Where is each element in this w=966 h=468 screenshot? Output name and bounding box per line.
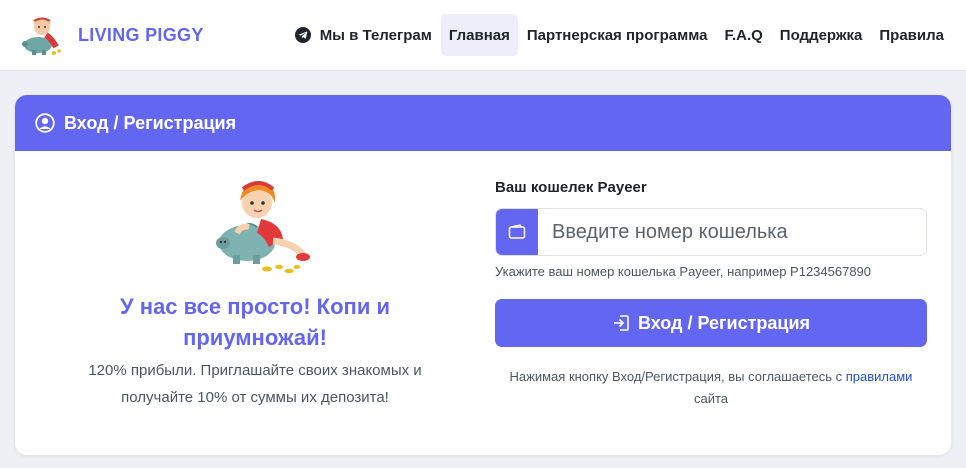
card-header: Вход / Регистрация: [15, 95, 951, 151]
rules-link[interactable]: правилами: [846, 369, 913, 384]
user-circle-icon: [35, 113, 55, 133]
nav-faq[interactable]: F.A.Q: [716, 14, 770, 56]
promo-section: У нас все просто! Копи и приумножай! 120…: [15, 151, 495, 455]
terms-notice-suffix: сайта: [693, 391, 729, 406]
nav-telegram-label: Мы в Телеграм: [319, 26, 432, 44]
login-register-button-label: Вход / Регистрация: [637, 312, 811, 333]
promo-description: 120% прибыли. Приглашайте своих знакомых…: [88, 362, 422, 406]
nav-telegram[interactable]: Мы в Телеграм: [287, 14, 440, 56]
telegram-icon: [294, 27, 311, 43]
terms-notice: Нажимая кнопку Вход/Регистрация, вы согл…: [495, 366, 927, 410]
nav-partner-program-label: Партнерская программа: [526, 26, 708, 44]
card-body: У нас все просто! Копи и приумножай! 120…: [15, 151, 951, 455]
nav-rules[interactable]: Правила: [871, 14, 952, 56]
nav-faq-label: F.A.Q: [724, 26, 763, 44]
nav-support-label: Поддержка: [779, 26, 863, 44]
card-title: Вход / Регистрация: [64, 112, 237, 133]
slogan: У нас все просто! Копи и приумножай!: [119, 294, 390, 350]
wallet-input-group: [495, 208, 927, 256]
wallet-icon: [508, 224, 526, 239]
nav-partner-program[interactable]: Партнерская программа: [519, 14, 716, 56]
brand-name: LIVING PIGGY: [78, 24, 204, 45]
sign-in-icon: [613, 315, 629, 331]
wallet-input[interactable]: [538, 209, 926, 255]
piggy-girl-logo-icon: [22, 17, 61, 55]
login-form: Ваш кошелек Payeer Укажите ваш номер кош…: [495, 151, 951, 455]
wallet-hint: Укажите ваш номер кошелька Payeer, напри…: [495, 264, 872, 279]
login-register-button[interactable]: Вход / Регистрация: [495, 299, 927, 347]
terms-notice-prefix: Нажимая кнопку Вход/Регистрация, вы согл…: [509, 369, 846, 384]
brand[interactable]: LIVING PIGGY: [16, 13, 204, 57]
nav-home-label: Главная: [448, 26, 510, 44]
wallet-addon: [496, 209, 538, 255]
nav-support[interactable]: Поддержка: [772, 14, 871, 56]
wallet-label: Ваш кошелек Payeer: [495, 179, 647, 196]
nav-home[interactable]: Главная: [440, 14, 518, 56]
girl-with-piggy-bank-image: [216, 181, 310, 274]
main-nav: Мы в Телеграм Главная Партнерская програ…: [286, 14, 952, 56]
login-card: Вход / Регистрация У нас все просто! Коп…: [15, 95, 951, 455]
top-navbar: LIVING PIGGY Мы в Телеграм Главная Партн…: [0, 0, 966, 71]
nav-rules-label: Правила: [879, 26, 944, 44]
